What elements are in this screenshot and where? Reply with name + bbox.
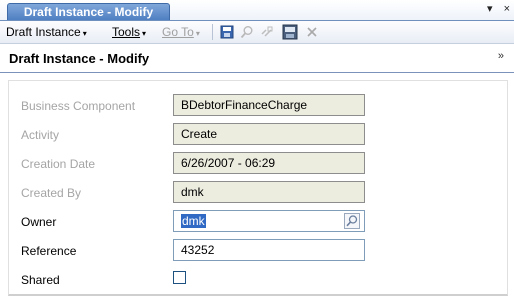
owner-input[interactable]: dmk xyxy=(173,210,365,232)
tools-menu[interactable]: Tools ▾ xyxy=(112,25,146,39)
collapse-icon[interactable]: » xyxy=(498,50,504,62)
close-icon[interactable]: × xyxy=(504,3,510,15)
shared-checkbox[interactable] xyxy=(173,271,186,284)
created-by-row: Created By dmk xyxy=(9,181,507,203)
creation-date-row: Creation Date 6/26/2007 - 06:29 xyxy=(9,152,507,174)
activity-row: Activity Create xyxy=(9,123,507,145)
reference-row: Reference 43252 xyxy=(9,239,507,261)
save-icon[interactable] xyxy=(220,25,234,39)
created-by-field: dmk xyxy=(173,181,365,203)
creation-date-label: Creation Date xyxy=(21,157,96,171)
window-controls: ▾ × xyxy=(479,2,510,15)
panel-header: Draft Instance - Modify » xyxy=(0,44,514,73)
chevron-down-icon: ▾ xyxy=(195,29,200,38)
created-by-label: Created By xyxy=(21,186,82,200)
chevron-down-icon: ▾ xyxy=(142,29,147,38)
business-component-field: BDebtorFinanceCharge xyxy=(173,94,365,116)
tools-menu-label: Tools xyxy=(112,25,141,39)
goto-menu-label: Go To xyxy=(162,25,194,39)
shared-label: Shared xyxy=(21,273,60,287)
business-component-label: Business Component xyxy=(21,99,136,113)
reference-input[interactable]: 43252 xyxy=(173,239,365,261)
activity-label: Activity xyxy=(21,128,60,142)
toolbar: Draft Instance ▾ Tools ▾ Go To ▾ xyxy=(0,21,514,44)
toolbar-separator xyxy=(212,24,213,40)
goto-menu[interactable]: Go To ▾ xyxy=(162,25,200,39)
draft-instance-menu[interactable]: Draft Instance ▾ xyxy=(6,25,87,39)
business-component-row: Business Component BDebtorFinanceCharge xyxy=(9,94,507,116)
chevron-down-icon: ▾ xyxy=(82,29,87,38)
draft-instance-menu-label: Draft Instance xyxy=(6,25,81,39)
tab-draft-instance-modify[interactable]: Draft Instance - Modify xyxy=(7,3,170,20)
lookup-search-icon[interactable] xyxy=(344,213,360,229)
document-tabstrip: Draft Instance - Modify ▾ × xyxy=(0,0,514,21)
reference-label: Reference xyxy=(21,244,77,258)
window-menu-dropdown-icon[interactable]: ▾ xyxy=(487,3,493,15)
owner-row: Owner dmk xyxy=(9,210,507,232)
owner-label: Owner xyxy=(21,215,57,229)
owner-value-selected: dmk xyxy=(181,214,206,228)
find-icon[interactable] xyxy=(240,25,254,39)
creation-date-field: 6/26/2007 - 06:29 xyxy=(173,152,365,174)
link-icon[interactable] xyxy=(260,25,274,39)
activity-field: Create xyxy=(173,123,365,145)
delete-icon[interactable] xyxy=(305,25,319,39)
save-draft-icon[interactable] xyxy=(282,24,298,40)
panel-title: Draft Instance - Modify xyxy=(9,51,150,66)
draft-instance-form: Business Component BDebtorFinanceCharge … xyxy=(8,80,508,296)
shared-row: Shared xyxy=(9,268,507,290)
